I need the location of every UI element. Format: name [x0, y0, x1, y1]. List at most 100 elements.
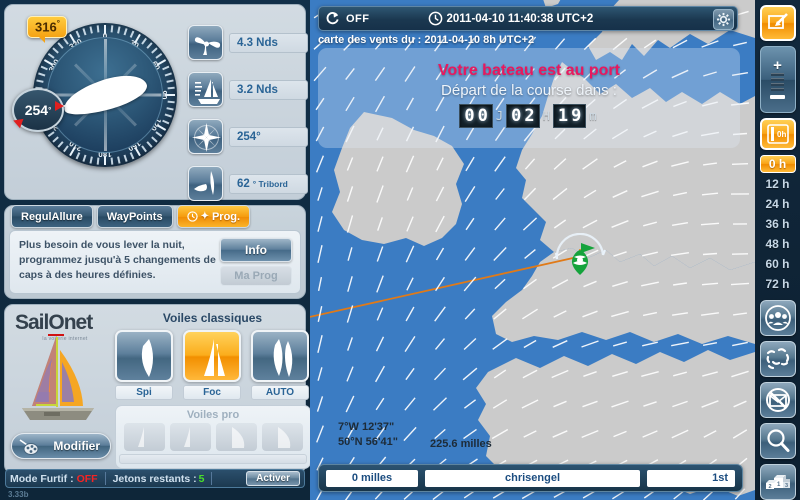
anemometer-icon — [188, 25, 223, 60]
map-view[interactable]: OFF 2011-04-10 11:40:38 UTC+2 carte des … — [310, 0, 755, 500]
compass-widget[interactable]: 0306090120150180210240270300330 316° 254… — [11, 13, 187, 185]
tab-waypoints-label: WayPoints — [106, 210, 163, 223]
sail-option-spi[interactable]: Spi — [115, 330, 173, 400]
search-icon[interactable] — [759, 423, 796, 459]
forecast-hour-0[interactable]: 0 h — [759, 155, 796, 173]
coordinate-longitude: 7°W 12'37" — [338, 421, 395, 434]
logo-part-2: net — [63, 311, 93, 334]
wind-speed-value: 4.3 Nds — [229, 32, 308, 53]
pro-sails-panel: Voiles pro — [115, 405, 311, 469]
boat-marker[interactable] — [554, 233, 607, 277]
wind-direction-value: 316 — [35, 19, 57, 35]
zoom-notch-3[interactable] — [771, 83, 784, 86]
player-rank-field[interactable]: 1st — [647, 469, 735, 487]
countdown-hours-d2: 2 — [524, 106, 535, 126]
distance-sailed-field[interactable]: 0 milles — [326, 469, 418, 487]
countdown-days-unit: J — [495, 109, 504, 123]
refresh-state-label: OFF — [346, 12, 370, 25]
sail-icon-spi — [115, 330, 173, 382]
sails-title: Voiles classiques — [162, 311, 263, 325]
race-countdown: 0 0 J 0 2 H 1 9 m — [318, 104, 740, 128]
info-button[interactable]: Info — [220, 238, 292, 262]
pro-sail-slot-1[interactable] — [123, 423, 165, 451]
pro-sail-slot-2[interactable] — [169, 423, 211, 451]
wind-angle-unit: ° Tribord — [252, 178, 288, 189]
zoom-out-button[interactable] — [770, 95, 785, 99]
wind-angle-number: 62 — [237, 177, 250, 190]
countdown-days-d1: 0 — [464, 106, 475, 126]
forecast-hour-36[interactable]: 36 h — [760, 214, 796, 233]
instrument-row-boat-speed: 3.2 Nds — [188, 72, 308, 107]
collapse-arrow-icon[interactable] — [759, 5, 796, 41]
svg-text:3: 3 — [785, 483, 788, 489]
instrument-row-wind-speed: 4.3 Nds — [188, 25, 308, 60]
logo-part-1: Sail — [15, 311, 49, 334]
modifier-button[interactable]: Modifier — [11, 433, 111, 459]
player-name-field[interactable]: chrisengel — [425, 469, 640, 487]
sail-option-foc[interactable]: Foc — [183, 330, 241, 400]
wind-direction-badge[interactable]: 316° — [27, 16, 67, 44]
zoom-notch-2[interactable] — [771, 78, 784, 81]
forecast-hour-60[interactable]: 60 h — [760, 254, 796, 273]
wind-barb — [702, 252, 718, 256]
trajectories-icon[interactable] — [759, 341, 796, 377]
map-datetime-group: 2011-04-10 11:40:38 UTC+2 — [428, 11, 593, 26]
countdown-minutes-box: 1 9 — [552, 104, 587, 128]
modifier-label: Modifier — [53, 439, 100, 453]
ranking-podium-icon[interactable]: 1 2 3 — [759, 464, 796, 500]
autopilot-actions: Info Ma Prog — [220, 238, 292, 286]
instrument-row-wind-angle: 62 ° Tribord — [188, 166, 308, 201]
tab-regulallure-label: RegulAllure — [21, 210, 83, 223]
no-message-icon[interactable] — [759, 382, 796, 418]
sail-option-auto[interactable]: AUTO — [251, 330, 309, 400]
compass-rose-icon — [188, 119, 223, 154]
sailing-simulator-window: 0306090120150180210240270300330 316° 254… — [0, 0, 800, 500]
fleet-players-icon[interactable] — [759, 300, 796, 336]
race-start-label: Départ de la course dans : — [441, 82, 617, 99]
distance-to-mark: 225.6 milles — [430, 438, 492, 450]
boat-preview-image — [22, 337, 94, 420]
sail-label-auto: AUTO — [251, 385, 309, 400]
autopilot-card: RegulAllure WayPoints ✦ Prog. Plus besoi… — [4, 205, 306, 299]
forecast-hour-48[interactable]: 48 h — [760, 234, 796, 253]
autopilot-tabs: RegulAllure WayPoints ✦ Prog. — [11, 205, 251, 228]
tab-regulallure[interactable]: RegulAllure — [11, 205, 93, 228]
wind-barb — [731, 163, 749, 165]
refresh-icon[interactable] — [325, 11, 340, 26]
gear-icon[interactable] — [713, 9, 734, 30]
autopilot-description: Plus besoin de vous lever la nuit, progr… — [19, 239, 216, 282]
stealth-status-bar: Mode Furtif : OFF Jetons restants : 5 Ac… — [5, 469, 305, 488]
pro-sail-slot-3[interactable] — [215, 423, 257, 451]
tab-prog[interactable]: ✦ Prog. — [176, 205, 251, 228]
countdown-hours-box: 0 2 — [506, 104, 540, 128]
sail-icon-foc — [183, 330, 241, 382]
stealth-value: OFF — [76, 472, 98, 485]
status-divider — [104, 472, 106, 485]
activate-button[interactable]: Activer — [246, 471, 300, 486]
clock-icon — [186, 211, 198, 222]
wind-direction-unit: ° — [56, 19, 60, 28]
forecast-slider-icon[interactable]: 0h — [759, 118, 796, 150]
ma-prog-button[interactable]: Ma Prog — [220, 266, 292, 286]
sail-label-spi: Spi — [115, 385, 173, 400]
pro-sail-slot-4[interactable] — [261, 423, 303, 451]
clock-icon — [428, 11, 442, 26]
zoom-slider-control[interactable]: + — [759, 46, 796, 113]
tab-waypoints[interactable]: WayPoints — [96, 205, 173, 228]
zoom-notch-1[interactable] — [771, 73, 784, 76]
status-divider-2 — [211, 472, 213, 485]
forecast-hour-72[interactable]: 72 h — [760, 274, 796, 293]
compass-inner-face — [47, 37, 163, 153]
forecast-hour-12[interactable]: 12 h — [760, 174, 796, 193]
map-header-bar: OFF 2011-04-10 11:40:38 UTC+2 — [318, 6, 738, 31]
stealth-label: Mode Furtif : — [10, 472, 74, 485]
heading-unit: ° — [48, 105, 52, 115]
heading-value: 254 — [24, 102, 49, 118]
zoom-in-button[interactable]: + — [773, 58, 782, 73]
zoom-notch-4[interactable] — [771, 88, 784, 91]
forecast-hour-list: 0 h 12 h 24 h 36 h 48 h 60 h 72 h — [759, 155, 796, 293]
countdown-minutes-unit: m — [589, 109, 597, 123]
forecast-hour-24[interactable]: 24 h — [760, 194, 796, 213]
map-coordinates: 7°W 12'37" 50°N 56'41" — [338, 420, 398, 450]
instrument-readouts: 4.3 Nds 3.2 Nds 254° 62 ° Tribord — [188, 25, 308, 213]
